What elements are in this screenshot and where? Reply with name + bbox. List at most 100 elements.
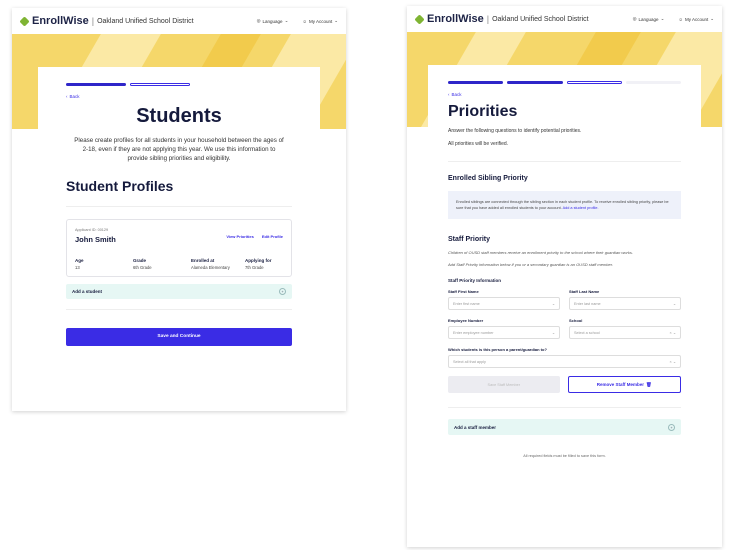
step-progress xyxy=(448,81,681,84)
chevron-down-icon: ⌄ xyxy=(551,331,555,335)
staff-info-heading: Staff Priority Information xyxy=(448,278,502,283)
brand-logo[interactable]: EnrollWise | Oakland Unified School Dist… xyxy=(414,13,589,25)
priorities-card: ‹ Back Priorities Answer the following q… xyxy=(428,65,701,547)
progress-step-2 xyxy=(130,83,190,86)
account-label: My Account xyxy=(684,16,709,22)
chevron-down-icon: ⌄ xyxy=(551,302,555,306)
school-select[interactable]: Select a school × ⌄ xyxy=(569,326,681,339)
applicant-id: Applicant ID: 00129 xyxy=(75,228,109,232)
students-multiselect[interactable]: Select all that apply × ⌄ xyxy=(448,355,681,368)
progress-step-2 xyxy=(507,81,563,84)
back-link[interactable]: ‹ Back xyxy=(448,92,681,97)
brand-name: EnrollWise xyxy=(427,13,484,25)
language-menu[interactable]: ◎ Language ⌄ xyxy=(257,18,289,24)
page-intro: Answer the following questions to identi… xyxy=(448,128,582,134)
language-label: Language xyxy=(262,18,283,24)
language-menu[interactable]: ◎ Language ⌄ xyxy=(633,16,665,22)
verify-note: All priorities will be verified. xyxy=(448,141,509,147)
add-student-profile-link[interactable]: Add a student profile. xyxy=(563,206,599,210)
enrollwise-logo-icon xyxy=(19,15,30,27)
remove-staff-member-button[interactable]: Remove Staff Member 🗑 xyxy=(567,376,681,393)
required-fields-note: All required fields must be filled to sa… xyxy=(523,454,606,458)
staff-priority-heading: Staff Priority xyxy=(448,236,491,243)
divider xyxy=(66,309,292,310)
account-menu[interactable]: ☺ My Account ⌄ xyxy=(678,16,714,22)
brand-separator: | xyxy=(486,14,490,24)
globe-icon: ◎ xyxy=(632,16,637,21)
employee-number-input[interactable]: Enter employee number ⌄ xyxy=(448,326,560,339)
add-student-accordion[interactable]: Add a student + xyxy=(66,284,292,299)
chevron-down-icon: ⌄ xyxy=(334,18,338,23)
detail-enrolled-at: Enrolled at Alameda Elementary xyxy=(191,258,230,270)
clear-icon[interactable]: × xyxy=(670,331,672,335)
back-label: Back xyxy=(451,92,462,97)
plus-icon: + xyxy=(279,288,286,295)
page-title: Priorities xyxy=(448,103,518,120)
staff-last-name-input[interactable]: Enter last name ⌄ xyxy=(569,297,681,310)
progress-step-1 xyxy=(448,81,504,84)
sibling-info-box: Enrolled siblings are connected through … xyxy=(448,191,681,219)
priorities-screen: EnrollWise | Oakland Unified School Dist… xyxy=(407,6,722,547)
user-icon: ☺ xyxy=(302,18,307,24)
clear-icon[interactable]: × xyxy=(670,360,672,364)
globe-icon: ◎ xyxy=(256,18,261,23)
first-name-label: Staff First Name xyxy=(448,289,479,294)
students-question-label: Which students is this person a parent/g… xyxy=(448,347,547,352)
view-priorities-link[interactable]: View Priorities xyxy=(226,234,254,239)
staff-desc-1: Children of OUSD staff members receive a… xyxy=(448,250,633,255)
detail-applying-for: Applying for 7th Grade xyxy=(245,258,272,270)
chevron-down-icon: ⌄ xyxy=(660,16,665,21)
chevron-down-icon: ⌄ xyxy=(710,16,714,21)
students-card: ‹ Back Students Please create profiles f… xyxy=(38,67,320,411)
school-label: School xyxy=(569,318,583,323)
district-name: Oakland Unified School District xyxy=(492,15,589,23)
chevron-left-icon: ‹ xyxy=(448,92,450,97)
top-header: EnrollWise | Oakland Unified School Dist… xyxy=(407,6,722,32)
page-title: Students xyxy=(136,105,222,127)
student-profiles-heading: Student Profiles xyxy=(66,178,174,194)
divider xyxy=(66,206,292,207)
divider xyxy=(448,407,681,408)
add-staff-label: Add a staff member xyxy=(454,424,497,430)
save-staff-member-button[interactable]: Save Staff Member xyxy=(448,376,560,393)
chevron-down-icon: ⌄ xyxy=(672,302,676,306)
sibling-priority-heading: Enrolled Sibling Priority xyxy=(448,175,528,182)
page-intro: Please create profiles for all students … xyxy=(74,137,284,162)
staff-first-name-input[interactable]: Enter first name ⌄ xyxy=(448,297,560,310)
progress-step-4 xyxy=(625,81,681,84)
student-name: John Smith xyxy=(75,235,116,244)
students-screen: EnrollWise | Oakland Unified School Dist… xyxy=(12,8,346,411)
chevron-down-icon: ⌄ xyxy=(672,331,676,335)
brand-name: EnrollWise xyxy=(32,15,89,27)
detail-age: Age 13 xyxy=(75,258,84,270)
divider xyxy=(448,161,681,162)
edit-profile-link[interactable]: Edit Profile xyxy=(262,234,283,239)
user-icon: ☺ xyxy=(678,16,683,22)
remove-staff-label: Remove Staff Member xyxy=(596,382,645,387)
step-progress xyxy=(66,83,292,86)
progress-step-3 xyxy=(566,81,622,84)
account-menu[interactable]: ☺ My Account ⌄ xyxy=(302,18,338,24)
top-header: EnrollWise | Oakland Unified School Dist… xyxy=(12,8,346,34)
detail-grade: Grade 6th Grade xyxy=(133,258,152,270)
brand-logo[interactable]: EnrollWise | Oakland Unified School Dist… xyxy=(19,15,194,27)
back-label: Back xyxy=(69,94,80,99)
brand-separator: | xyxy=(91,16,95,26)
staff-desc-2: Add Staff Priority information below if … xyxy=(448,262,614,267)
district-name: Oakland Unified School District xyxy=(97,17,194,25)
employee-number-label: Employee Number xyxy=(448,318,484,323)
trash-icon: 🗑 xyxy=(646,381,652,387)
back-link[interactable]: ‹ Back xyxy=(66,94,292,99)
add-staff-accordion[interactable]: Add a staff member + xyxy=(448,419,681,435)
progress-step-1 xyxy=(66,83,126,86)
add-student-label: Add a student xyxy=(72,289,102,294)
enrollwise-logo-icon xyxy=(414,13,425,25)
account-label: My Account xyxy=(308,18,333,24)
last-name-label: Staff Last Name xyxy=(569,289,600,294)
chevron-down-icon: ⌄ xyxy=(672,360,676,364)
chevron-down-icon: ⌄ xyxy=(284,18,289,23)
chevron-left-icon: ‹ xyxy=(66,94,68,99)
save-and-continue-button[interactable]: Save and Continue xyxy=(66,327,292,346)
student-profile-card: Applicant ID: 00129 John Smith View Prio… xyxy=(66,219,292,277)
language-label: Language xyxy=(638,16,659,22)
